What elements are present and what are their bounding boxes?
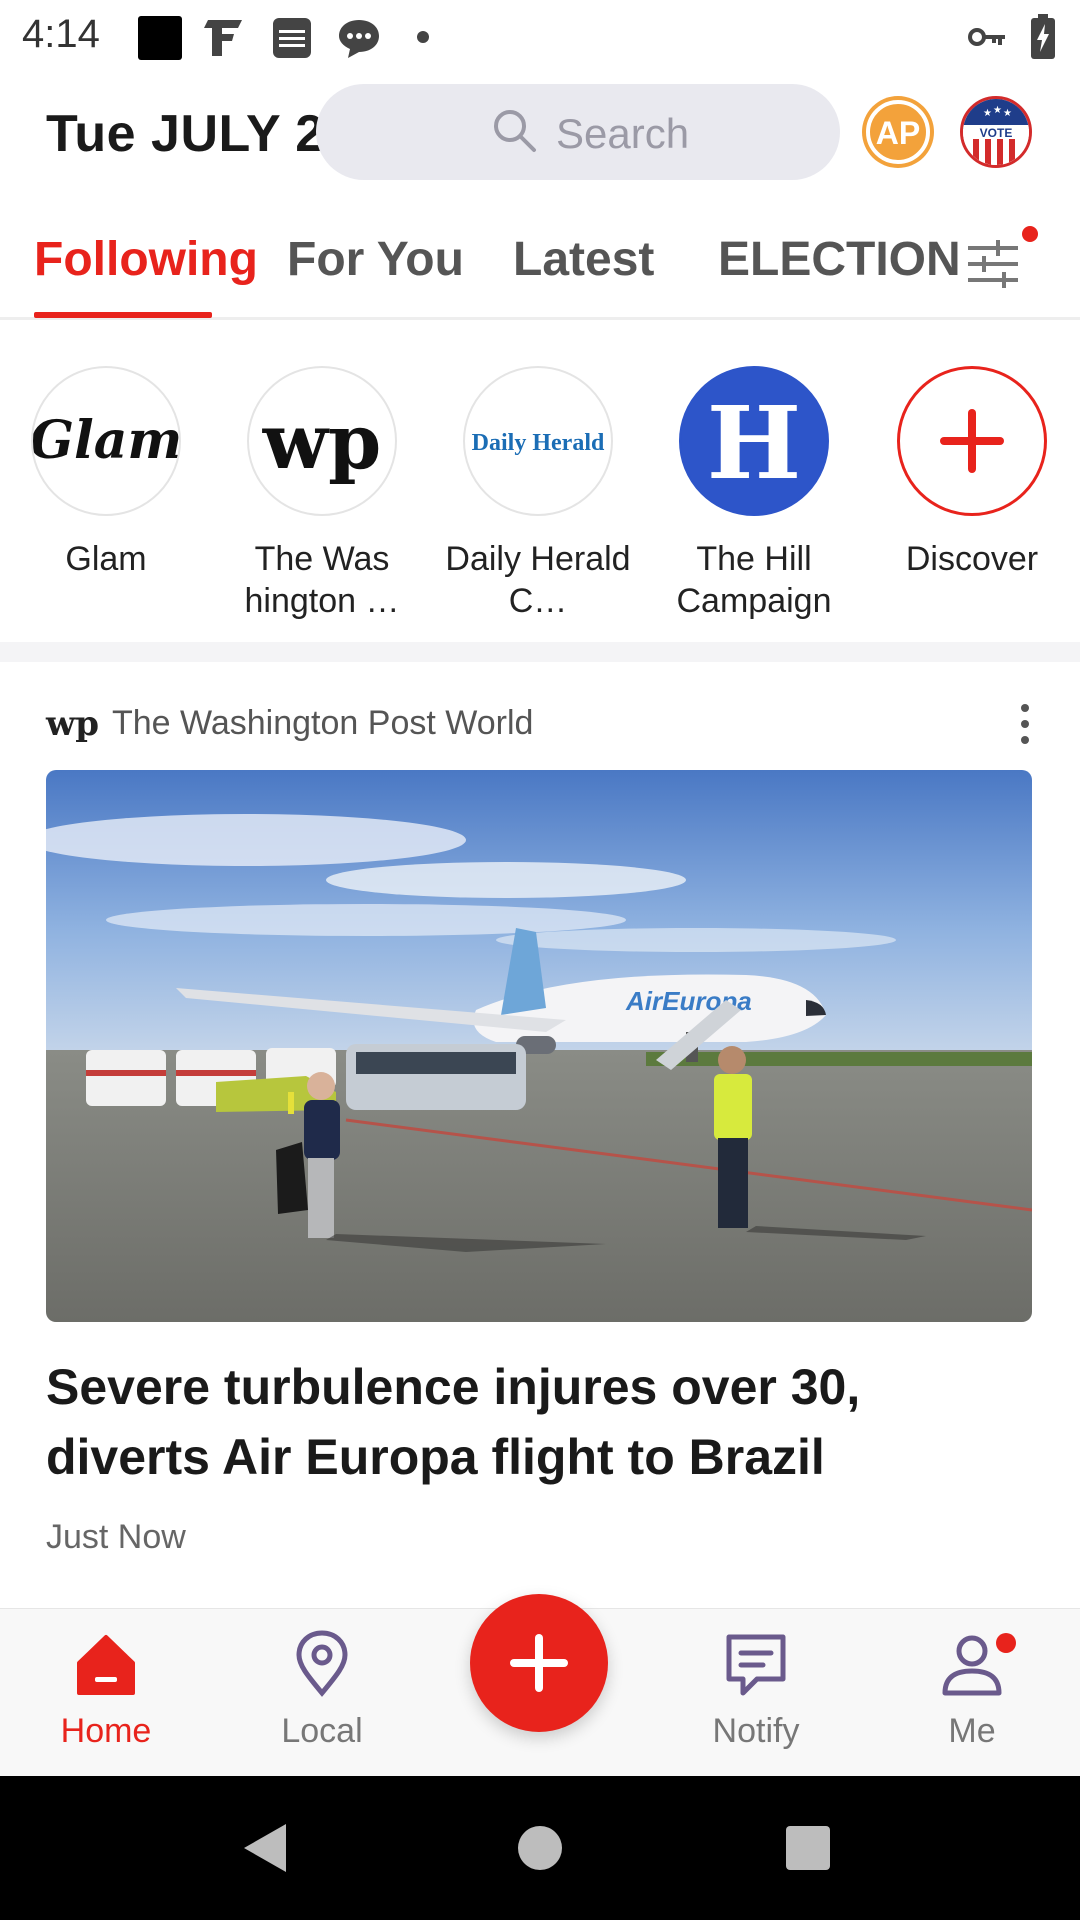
- ap-button[interactable]: AP: [862, 96, 934, 168]
- system-navigation-bar: [0, 1776, 1080, 1920]
- article-source-logo: wp: [46, 704, 100, 744]
- ap-logo-icon: AP: [866, 100, 930, 164]
- nav-home[interactable]: Home: [26, 1629, 186, 1751]
- source-glam[interactable]: Glam Glam: [6, 366, 206, 580]
- date-title: Tue JULY 2: [46, 105, 325, 163]
- wp-logo-text: wp: [262, 397, 382, 486]
- vpn-key-icon: [968, 22, 1008, 57]
- source-name: Discover: [905, 540, 1039, 578]
- source-daily-herald[interactable]: Daily Herald Daily Herald C…: [438, 366, 638, 622]
- back-icon[interactable]: [244, 1824, 286, 1872]
- vote-button[interactable]: ★ ★ ★ VOTE: [960, 96, 1032, 168]
- nav-label: Local: [281, 1712, 363, 1750]
- active-tab-indicator: [34, 312, 212, 318]
- source-washington-post[interactable]: wp The Was hington …: [222, 366, 422, 622]
- tab-latest[interactable]: Latest: [513, 232, 654, 287]
- search-icon: [492, 108, 538, 159]
- tab-for-you[interactable]: For You: [287, 232, 464, 287]
- app-black-square-icon: [138, 16, 182, 65]
- status-time: 4:14: [22, 12, 100, 56]
- the-hill-logo-text: H: [707, 384, 801, 502]
- glam-logo: Glam: [31, 366, 181, 516]
- nav-label: Me: [948, 1712, 996, 1750]
- add-fab-button[interactable]: [470, 1594, 608, 1732]
- source-the-hill[interactable]: H The Hill Campaign: [654, 366, 854, 622]
- vote-badge-icon: ★ ★ ★ VOTE: [963, 99, 1029, 165]
- section-divider: [0, 642, 1080, 662]
- washington-post-logo: wp: [247, 366, 397, 516]
- tab-following[interactable]: Following: [34, 232, 258, 287]
- me-notification-dot: [996, 1633, 1016, 1653]
- article-timestamp: Just Now: [46, 1518, 186, 1556]
- plus-icon: [940, 409, 1004, 473]
- search-bar[interactable]: Search: [316, 84, 840, 180]
- article-image[interactable]: AirEuropa: [46, 770, 1032, 1322]
- nav-local[interactable]: Local: [242, 1629, 402, 1751]
- nav-label: Home: [60, 1712, 152, 1750]
- search-placeholder: Search: [556, 110, 690, 157]
- nav-notify[interactable]: Notify: [676, 1629, 836, 1751]
- plus-icon: [510, 1634, 568, 1692]
- message-icon: [726, 1634, 786, 1696]
- dot-icon: [416, 30, 430, 49]
- daily-herald-logo-text: Daily Herald: [472, 430, 605, 456]
- source-name: The Hill Campaign: [676, 540, 832, 620]
- following-sources-row: Glam Glam wp The Was hington … Daily Her…: [0, 320, 1080, 640]
- source-name: Glam: [65, 540, 147, 578]
- nav-label: Notify: [712, 1712, 800, 1750]
- discover-button[interactable]: [897, 366, 1047, 516]
- recents-icon[interactable]: [786, 1826, 830, 1870]
- source-discover[interactable]: Discover: [872, 366, 1072, 580]
- feed-tabs: Following For You Latest ELECTION: [0, 220, 1080, 320]
- sliders-icon: [968, 240, 1018, 288]
- svg-text:★: ★: [1003, 108, 1012, 119]
- svg-text:★: ★: [983, 108, 992, 119]
- local-news-icon: [272, 16, 312, 65]
- chat-bubble-icon: [336, 16, 382, 65]
- filter-button[interactable]: [960, 226, 1038, 298]
- article-headline[interactable]: Severe turbulence injures over 30, diver…: [46, 1352, 1026, 1492]
- article-source[interactable]: The Washington Post World: [112, 704, 533, 743]
- more-vertical-icon: [1021, 704, 1029, 744]
- nav-me[interactable]: Me: [892, 1629, 1052, 1751]
- ap-badge-text: AP: [876, 115, 920, 151]
- the-hill-logo: H: [679, 366, 829, 516]
- home-icon: [77, 1635, 135, 1695]
- filter-notification-dot: [1022, 226, 1038, 242]
- daily-herald-logo: Daily Herald: [463, 366, 613, 516]
- source-name: Daily Herald C…: [445, 540, 631, 620]
- source-name: The Was hington …: [244, 540, 400, 620]
- home-circle-icon[interactable]: [518, 1826, 562, 1870]
- battery-charging-icon: [1030, 14, 1056, 65]
- tab-election[interactable]: ELECTION: [718, 232, 961, 287]
- more-options-button[interactable]: [1010, 700, 1040, 748]
- f-logo-icon: [202, 16, 248, 65]
- status-bar: 4:14: [0, 0, 1080, 72]
- vote-badge-text: VOTE: [980, 126, 1013, 140]
- glam-logo-text: Glam: [33, 410, 179, 471]
- svg-text:★: ★: [993, 105, 1002, 116]
- location-pin-icon: [296, 1630, 348, 1697]
